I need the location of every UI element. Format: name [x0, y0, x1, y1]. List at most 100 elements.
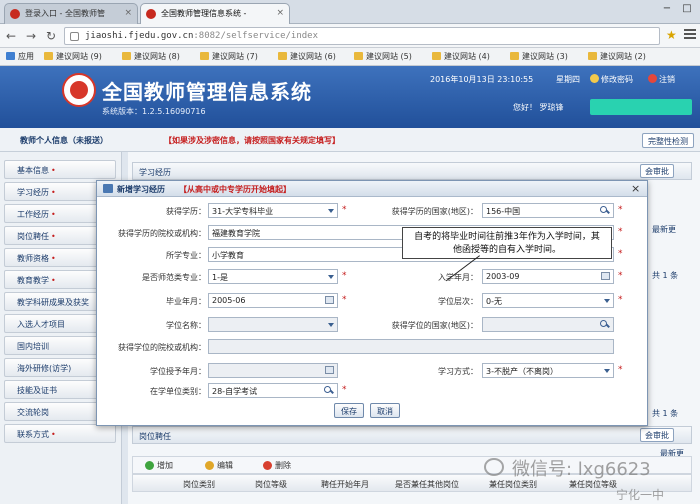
degree-date-label: 学位授予年月：	[150, 367, 206, 376]
search-icon[interactable]	[321, 385, 335, 396]
delete-icon	[263, 461, 272, 470]
calendar-icon[interactable]	[601, 272, 610, 280]
site-title: 全国教师管理信息系统	[102, 80, 312, 104]
search-icon[interactable]	[597, 319, 611, 330]
site-favicon-icon	[10, 9, 20, 19]
folder-icon	[432, 52, 441, 60]
country-field[interactable]: 156-中国	[482, 203, 614, 218]
required-mark: *	[618, 249, 623, 259]
enroll-date-input[interactable]: 2003-09	[482, 269, 614, 284]
watermark-text: 微信号: lxg6623	[512, 459, 651, 480]
delete-button[interactable]: 删除	[263, 460, 291, 471]
bookmark-item[interactable]: 建议网站 (9)	[44, 51, 102, 62]
required-mark: *	[618, 365, 623, 375]
site-header: 全国教师管理信息系统 系统版本：1.2.5.16090716 2016年10月1…	[0, 66, 700, 128]
forward-arrow-icon[interactable]: →	[24, 29, 38, 43]
chevron-down-icon	[328, 275, 334, 279]
degree-level-label: 学位层次：	[438, 297, 478, 306]
grad-date-label: 毕业年月：	[166, 297, 206, 306]
record-count: 共 1 条	[652, 271, 679, 280]
system-version: 系统版本：1.2.5.16090716	[102, 107, 206, 116]
plus-icon	[145, 461, 154, 470]
browser-tab-login[interactable]: 登录入口 - 全国教师管 ×	[4, 3, 138, 24]
confidential-warning: 【如果涉及涉密信息，请按照国家有关规定填写】	[164, 136, 340, 145]
unit-type-label: 在学单位类别：	[150, 387, 206, 396]
sidebar-item-contact[interactable]: 联系方式 •	[4, 424, 116, 443]
browser-tab-system[interactable]: 全国教师管理信息系统 - ×	[140, 3, 290, 24]
bookmark-item[interactable]: 建议网站 (2)	[588, 51, 646, 62]
page-info-icon	[70, 32, 79, 41]
close-tab-icon[interactable]: ×	[124, 8, 132, 18]
apps-icon	[6, 52, 15, 60]
power-icon	[648, 74, 657, 83]
sidebar-item-basic-info[interactable]: 基本信息 •	[4, 160, 116, 179]
page-title: 教师个人信息（未报送）	[20, 136, 108, 145]
pencil-icon	[205, 461, 214, 470]
url-input[interactable]: jiaoshi.fjedu.gov.cn:8082/selfservice/in…	[64, 27, 660, 45]
bookmark-item[interactable]: 建议网站 (7)	[200, 51, 258, 62]
column-header: 岗位类别	[183, 480, 215, 489]
current-datetime: 2016年10月13日 23:10:55	[430, 75, 534, 84]
audit-button[interactable]: 会审批	[640, 428, 674, 442]
close-tab-icon[interactable]: ×	[276, 8, 284, 18]
current-weekday: 星期四	[556, 75, 580, 84]
degree-select[interactable]: 31-大学专科毕业	[208, 203, 338, 218]
save-button[interactable]: 保存	[334, 403, 364, 418]
degree-level-select[interactable]: 0-无	[482, 293, 614, 308]
bookmark-item[interactable]: 建议网站 (8)	[122, 51, 180, 62]
browser-menu-icon[interactable]	[684, 29, 696, 41]
user-greeting: 您好！ 罗琼锋	[513, 103, 564, 112]
calendar-icon[interactable]	[325, 366, 334, 374]
degree-name-select[interactable]	[208, 317, 338, 332]
change-password-link[interactable]: 修改密码	[590, 74, 633, 85]
form-icon	[103, 184, 113, 193]
address-bar: ← → ↻ jiaoshi.fjedu.gov.cn:8082/selfserv…	[0, 24, 700, 48]
degree-country-label: 获得学位的国家(地区)：	[391, 321, 478, 330]
folder-icon	[44, 52, 53, 60]
close-icon[interactable]: ×	[631, 182, 640, 195]
folder-icon	[122, 52, 131, 60]
chevron-down-icon	[604, 369, 610, 373]
country-label: 获得学历的国家(地区)：	[391, 207, 478, 216]
add-button[interactable]: 增加	[145, 460, 173, 471]
bookmark-star-icon[interactable]: ★	[666, 28, 677, 42]
bookmark-item[interactable]: 建议网站 (5)	[354, 51, 412, 62]
major-label: 所学专业：	[166, 251, 206, 260]
url-host: jiaoshi.fjedu.gov.cn	[85, 31, 194, 41]
minimize-window-icon[interactable]: −	[660, 3, 674, 15]
required-mark: *	[342, 271, 347, 281]
bookmark-item[interactable]: 建议网站 (6)	[278, 51, 336, 62]
latest-update-note: 最新更	[652, 225, 676, 234]
cancel-button[interactable]: 取消	[370, 403, 400, 418]
audit-button[interactable]: 会审批	[640, 164, 674, 178]
normal-major-select[interactable]: 1-是	[208, 269, 338, 284]
edit-button[interactable]: 编辑	[205, 460, 233, 471]
column-header: 是否兼任其他岗位	[395, 480, 459, 489]
column-header: 聘任开始年月	[321, 480, 369, 489]
bookmark-item[interactable]: 建议网站 (4)	[432, 51, 490, 62]
search-icon[interactable]	[597, 205, 611, 216]
unit-type-field[interactable]: 28-自学考试	[208, 383, 338, 398]
grad-date-input[interactable]: 2005-06	[208, 293, 338, 308]
calendar-icon[interactable]	[325, 296, 334, 304]
bookmark-apps[interactable]: 应用	[6, 51, 34, 62]
degree-school-input[interactable]	[208, 339, 614, 354]
dialog-title: 新增学习经历	[117, 185, 165, 194]
degree-date-input[interactable]	[208, 363, 338, 378]
degree-country-field[interactable]	[482, 317, 614, 332]
tab-title: 全国教师管理信息系统 -	[161, 9, 247, 18]
back-arrow-icon[interactable]: ←	[4, 29, 18, 43]
required-mark: *	[342, 205, 347, 215]
reload-icon[interactable]: ↻	[44, 29, 58, 43]
maximize-window-icon[interactable]: □	[680, 3, 694, 15]
study-mode-label: 学习方式：	[438, 367, 478, 376]
folder-icon	[588, 52, 597, 60]
required-mark: *	[342, 385, 347, 395]
column-header: 岗位等级	[255, 480, 287, 489]
logout-link[interactable]: 注销	[648, 74, 675, 85]
integrity-check-button[interactable]: 完整性检测	[642, 133, 694, 148]
required-mark: *	[618, 295, 623, 305]
bookmark-item[interactable]: 建议网站 (3)	[510, 51, 568, 62]
study-mode-select[interactable]: 3-不脱产（不离岗）	[482, 363, 614, 378]
chevron-down-icon	[328, 323, 334, 327]
